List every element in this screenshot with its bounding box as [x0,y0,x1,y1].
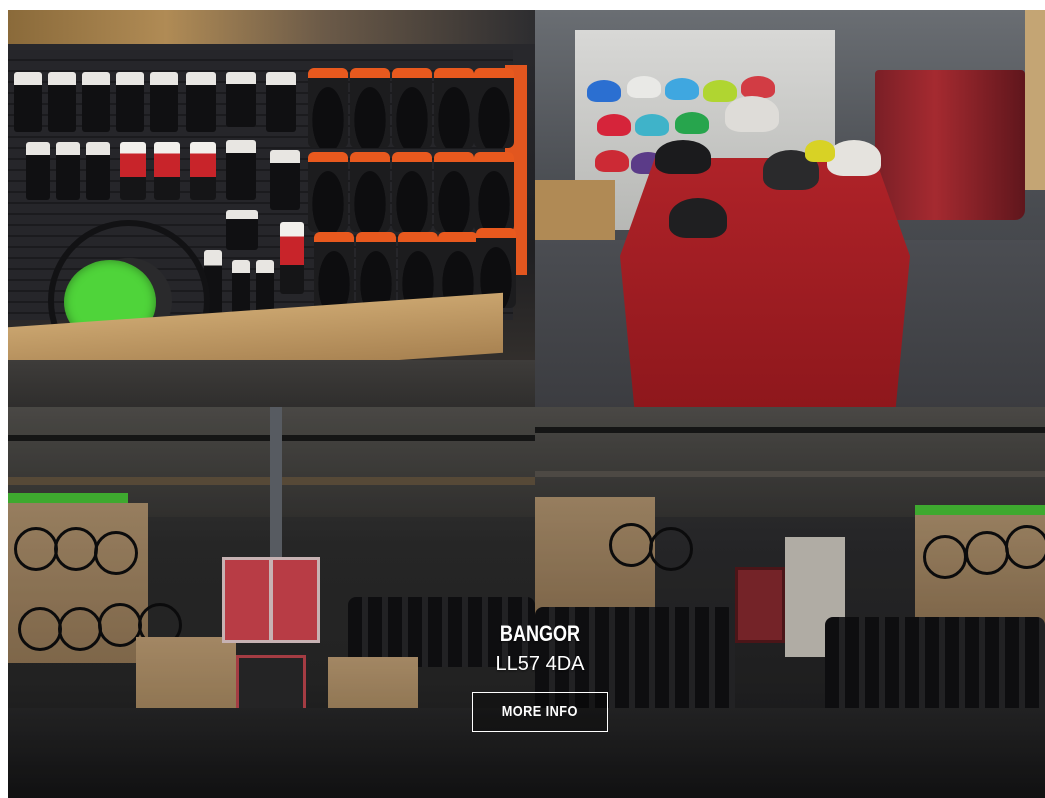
product-package [150,72,178,132]
more-info-label: MORE INFO [501,703,579,720]
floor [8,360,535,407]
product-package [86,142,110,200]
wood-post [1025,10,1045,190]
more-info-button[interactable]: MORE INFO [472,692,608,732]
helmet [827,140,881,176]
store-postcode: LL57 4DA [495,653,585,675]
product-package [226,210,258,250]
tyre-package [308,152,348,232]
accessories-wall-photo [8,10,535,407]
product-package [266,72,296,132]
clothing-rack [875,70,1025,220]
product-package [14,72,42,132]
tyre-package [434,68,474,148]
tyre-package [474,152,514,232]
helmet [627,76,661,98]
helmet [703,80,737,102]
photo-dim-overlay [535,407,1045,798]
store-caption: BANGOR LL57 4DA MORE INFO [440,620,640,732]
tyre-package [350,68,390,148]
product-package [280,222,304,294]
store-name: BANGOR [499,621,581,646]
tyre-package [350,152,390,232]
product-package [56,142,80,200]
tyre-package [474,68,514,148]
product-package [154,142,180,200]
product-package [120,142,146,200]
tyre-package [392,68,432,148]
tyre-package [434,152,474,232]
product-package [190,142,216,200]
product-package [82,72,110,132]
helmet [669,198,727,238]
product-package [26,142,50,200]
tyre-package [392,152,432,232]
bike-showroom-left-photo [8,407,535,798]
helmet [587,80,621,102]
tyre-package [308,68,348,148]
helmet [741,76,775,98]
helmet [655,140,711,174]
product-package [48,72,76,132]
product-package [226,140,256,200]
product-package [226,72,256,127]
helmet [725,96,779,132]
helmet [665,78,699,100]
product-package [270,150,300,210]
bike-showroom-right-photo [535,407,1045,798]
helmet [805,140,835,162]
top-shelf [8,10,535,44]
helmet [597,114,631,136]
helmet [635,114,669,136]
tyre-package [314,232,354,312]
photo-dim-overlay [8,407,535,798]
product-package [186,72,216,132]
helmet-display-photo [535,10,1045,407]
store-card: BANGOR LL57 4DA MORE INFO [0,0,1045,798]
product-package [116,72,144,132]
helmet [675,112,709,134]
helmet [595,150,629,172]
